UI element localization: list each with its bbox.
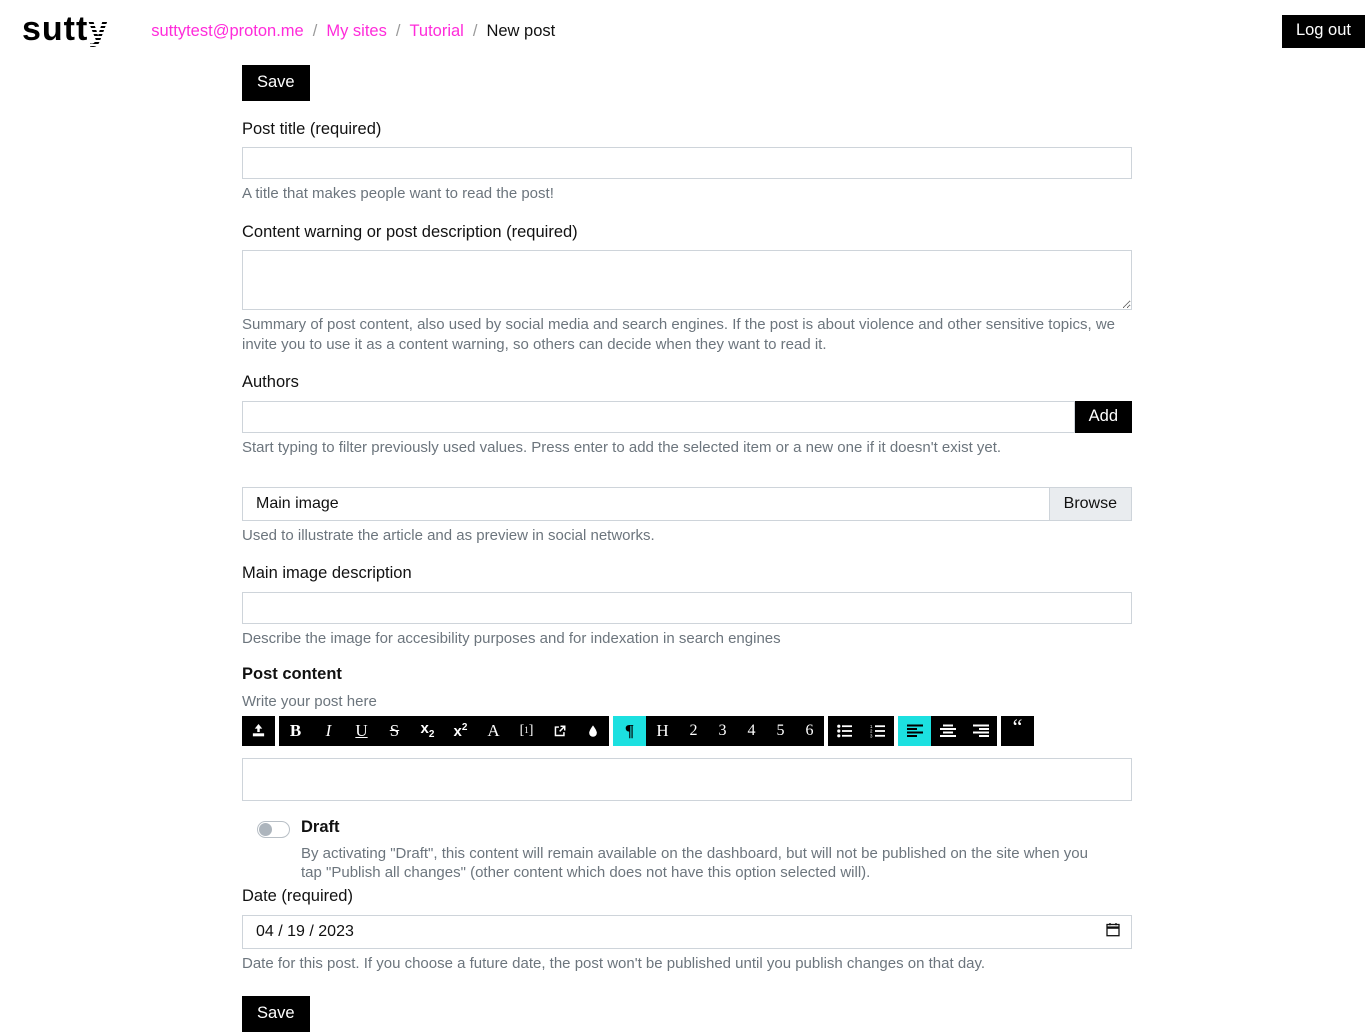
new-post-form: Save Post title (required) A title that … — [242, 62, 1132, 1032]
blockquote-icon[interactable]: “ — [1001, 715, 1034, 746]
bold-icon[interactable]: B — [279, 715, 312, 746]
toolbar-group-quote: “ — [1001, 715, 1034, 746]
svg-text:3: 3 — [870, 733, 873, 738]
font-icon[interactable]: A — [477, 715, 510, 746]
toolbar-group-lists: 1 2 3 — [828, 715, 894, 746]
heading-3-icon[interactable]: 3 — [708, 715, 737, 746]
save-button-bottom[interactable]: Save — [242, 996, 310, 1032]
heading-2-icon[interactable]: 2 — [679, 715, 708, 746]
footnote-icon[interactable]: [1] — [510, 715, 543, 746]
draft-text: Draft By activating "Draft", this conten… — [301, 818, 1111, 883]
breadcrumb-separator: / — [395, 21, 401, 40]
breadcrumb: suttytest@proton.me / My sites / Tutoria… — [151, 22, 555, 41]
toolbar-group-block-format: ¶ H 2 3 4 5 6 — [613, 715, 824, 746]
subscript-icon[interactable]: x2 — [411, 715, 444, 746]
sutty-logo: sutty — [22, 12, 108, 46]
field-date: Date (required) 04 / 19 / 2023 Date for … — [242, 887, 1132, 973]
toolbar-group-upload — [242, 715, 275, 746]
add-author-button[interactable]: Add — [1074, 400, 1132, 433]
app-header: sutty suttytest@proton.me / My sites / T… — [0, 0, 1365, 62]
authors-label: Authors — [242, 372, 299, 391]
post-title-label: Post title (required) — [242, 119, 382, 138]
date-label: Date (required) — [242, 887, 353, 906]
content-warning-label: Content warning or post description (req… — [242, 222, 578, 241]
breadcrumb-item-my-sites[interactable]: My sites — [326, 22, 387, 41]
authors-input[interactable] — [242, 400, 1075, 433]
main-image-file-input[interactable]: Main image Browse — [242, 486, 1132, 521]
save-button-top[interactable]: Save — [242, 65, 310, 101]
field-draft: Draft By activating "Draft", this conten… — [242, 818, 1132, 883]
post-content-label: Post content — [242, 664, 342, 683]
content-warning-help: Summary of post content, also used by so… — [242, 316, 1115, 353]
upload-icon[interactable] — [242, 715, 275, 746]
draft-toggle[interactable] — [257, 820, 290, 838]
heading-5-icon[interactable]: 5 — [766, 715, 795, 746]
breadcrumb-item-current: New post — [486, 21, 556, 40]
editor-toolbar: B I U S x2 x2 A [1] ¶ H 2 3 4 5 6 1 2 3 … — [242, 715, 1132, 746]
paragraph-icon[interactable]: ¶ — [613, 715, 646, 746]
post-content-hint: Write your post here — [242, 692, 377, 710]
logo-text: sutt — [22, 10, 89, 48]
main-image-description-input[interactable] — [242, 591, 1132, 624]
field-content-warning: Content warning or post description (req… — [242, 223, 1132, 354]
main-image-description-label: Main image description — [242, 563, 412, 582]
heading-icon[interactable]: H — [646, 715, 679, 746]
authors-input-group: Add — [242, 400, 1132, 433]
draft-help: By activating "Draft", this content will… — [301, 844, 1088, 882]
align-right-icon[interactable] — [964, 715, 997, 746]
italic-icon[interactable]: I — [312, 715, 345, 746]
field-main-image-description: Main image description Describe the imag… — [242, 564, 1132, 648]
toolbar-group-inline-format: B I U S x2 x2 A [1] — [279, 715, 609, 746]
align-left-icon[interactable] — [898, 715, 931, 746]
superscript-icon[interactable]: x2 — [444, 715, 477, 746]
ordered-list-icon[interactable]: 1 2 3 — [861, 715, 894, 746]
date-input[interactable]: 04 / 19 / 2023 — [242, 915, 1132, 950]
content-warning-textarea[interactable] — [242, 250, 1132, 311]
heading-6-icon[interactable]: 6 — [795, 715, 824, 746]
calendar-icon[interactable] — [1106, 922, 1120, 942]
unordered-list-icon[interactable] — [828, 715, 861, 746]
date-value: 04 / 19 / 2023 — [256, 923, 354, 941]
underline-icon[interactable]: U — [345, 715, 378, 746]
field-main-image: Main image Browse Used to illustrate the… — [242, 486, 1132, 545]
post-title-input[interactable] — [242, 147, 1132, 180]
field-post-title: Post title (required) A title that makes… — [242, 120, 1132, 204]
breadcrumb-separator: / — [472, 21, 478, 40]
breadcrumb-item-account[interactable]: suttytest@proton.me — [151, 22, 303, 41]
toolbar-group-alignment — [898, 715, 997, 746]
browse-button[interactable]: Browse — [1048, 487, 1131, 520]
draft-toggle-knob — [259, 822, 272, 836]
external-link-icon[interactable] — [543, 715, 576, 746]
main-image-description-help: Describe the image for accesibility purp… — [242, 629, 781, 647]
field-post-content: Post content Write your post here B I U … — [242, 665, 1132, 801]
logo-y-glyph: y — [88, 10, 109, 48]
main-image-filename: Main image — [256, 494, 339, 512]
date-help: Date for this post. If you choose a futu… — [242, 955, 986, 973]
authors-help: Start typing to filter previously used v… — [242, 438, 1002, 456]
post-content-editor[interactable] — [242, 757, 1132, 801]
ink-drop-icon[interactable] — [576, 715, 609, 746]
post-title-help: A title that makes people want to read t… — [242, 185, 554, 203]
draft-label: Draft — [301, 817, 340, 836]
breadcrumb-item-tutorial[interactable]: Tutorial — [409, 22, 463, 41]
breadcrumb-separator: / — [312, 21, 318, 40]
heading-4-icon[interactable]: 4 — [737, 715, 766, 746]
strikethrough-icon[interactable]: S — [378, 715, 411, 746]
main-image-help: Used to illustrate the article and as pr… — [242, 526, 655, 544]
field-authors: Authors Add Start typing to filter previ… — [242, 373, 1132, 457]
align-center-icon[interactable] — [931, 715, 964, 746]
logout-button[interactable]: Log out — [1281, 15, 1365, 48]
